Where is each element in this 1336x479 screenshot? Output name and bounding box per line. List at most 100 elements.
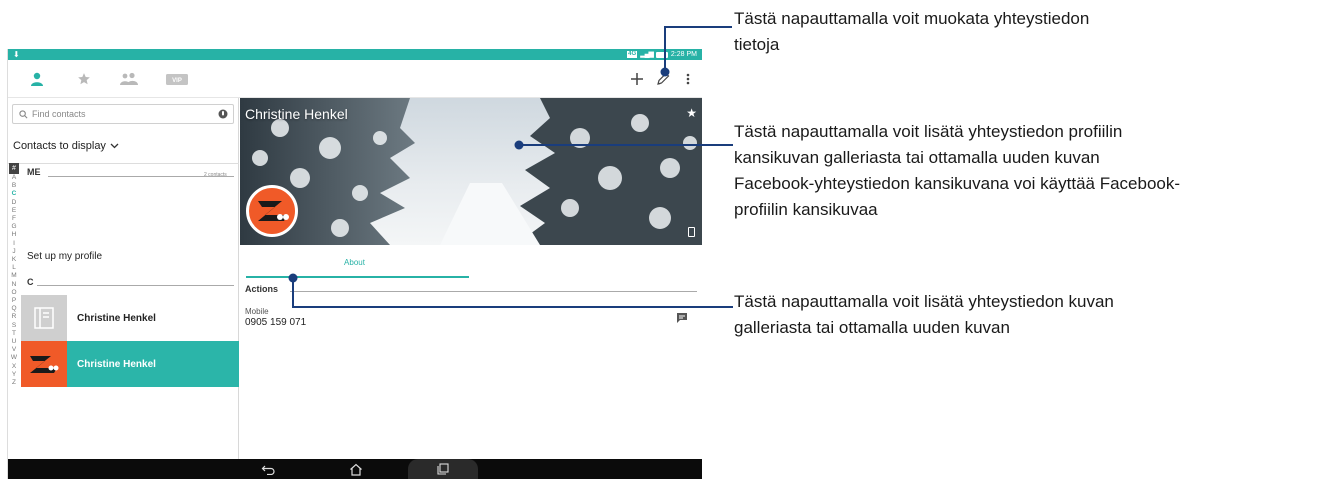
edit-pencil-icon: [657, 72, 670, 85]
callout-line-2: kansikuvan galleriasta tai ottamalla uud…: [734, 148, 1100, 167]
battery-icon: [655, 51, 668, 58]
edit-contact-button[interactable]: [654, 70, 672, 88]
callout-line-1: Tästä napauttamalla voit lisätä yhteysti…: [734, 292, 1114, 311]
contact-name: Christine Henkel: [77, 358, 156, 370]
alphabet-letter-s[interactable]: S: [8, 322, 20, 330]
alphabet-letter-c[interactable]: C: [8, 190, 20, 198]
contact-logo-icon: [258, 201, 289, 221]
group-icon: [120, 72, 138, 85]
home-button[interactable]: [346, 461, 366, 477]
section-line: [290, 291, 697, 292]
alphabet-letter-d[interactable]: D: [8, 199, 20, 207]
overflow-menu-button[interactable]: [679, 70, 697, 88]
groups-tab[interactable]: [119, 69, 139, 89]
alphabet-letter-z[interactable]: Z: [8, 379, 20, 387]
contact-thumbnail: [21, 295, 67, 341]
alphabet-letter-i[interactable]: I: [8, 240, 20, 248]
alphabet-letter-j[interactable]: J: [8, 248, 20, 256]
contact-name: Christine Henkel: [77, 312, 156, 324]
alphabet-letter-h[interactable]: H: [8, 231, 20, 239]
vip-label: VIP: [172, 78, 182, 84]
status-bar: ⬇ 4G ▂▄▆ 2:28 PM: [8, 49, 702, 60]
back-button[interactable]: [258, 461, 278, 477]
section-header-me: ME: [27, 167, 41, 177]
actions-header: Actions: [245, 284, 279, 294]
favorite-star-icon[interactable]: ★: [686, 106, 697, 120]
alphabet-index[interactable]: # ABCDEFGHIJKLMNOPQRSTUVWXYZ: [8, 163, 20, 459]
chevron-down-icon: [110, 143, 119, 149]
divider: [8, 163, 239, 164]
contact-count: 2 contacts: [204, 172, 227, 178]
signal-icon: ▂▄▆: [640, 51, 654, 58]
alphabet-letter-v[interactable]: V: [8, 346, 20, 354]
alphabet-letter-a[interactable]: A: [8, 174, 20, 182]
alphabet-letter-f[interactable]: F: [8, 215, 20, 223]
alphabet-letter-w[interactable]: W: [8, 354, 20, 362]
callout-line-2: tietoja: [734, 35, 780, 54]
alphabet-letter-u[interactable]: U: [8, 338, 20, 346]
add-icon: [631, 73, 643, 85]
tab-about[interactable]: About: [240, 258, 469, 277]
tablet-screen: ⬇ 4G ▂▄▆ 2:28 PM VIP Find contacts Conta…: [7, 49, 702, 479]
contact-detail-pane: Christine Henkel ★ About Actions Mobile …: [240, 98, 702, 459]
clock: 2:28 PM: [670, 51, 697, 58]
contact-photo[interactable]: [246, 185, 298, 237]
contact-thumbnail: [21, 341, 67, 387]
alphabet-letter-k[interactable]: K: [8, 256, 20, 264]
change-cover-icon[interactable]: [688, 227, 695, 237]
dropdown-label: Contacts to display: [13, 140, 106, 152]
vip-icon: VIP: [166, 73, 188, 85]
alphabet-letter-n[interactable]: N: [8, 281, 20, 289]
contacts-list-pane: Contacts to display # ABCDEFGHIJKLMNOPQR…: [8, 98, 239, 459]
more-vert-icon: [686, 73, 690, 85]
alphabet-letter-r[interactable]: R: [8, 313, 20, 321]
message-icon[interactable]: [676, 312, 688, 324]
phone-number[interactable]: 0905 159 071: [245, 317, 306, 328]
search-icon: [19, 109, 28, 118]
callout-cover: Tästä napauttamalla voit lisätä yhteysti…: [734, 119, 1180, 223]
alphabet-letter-p[interactable]: P: [8, 297, 20, 305]
navigation-bar: [8, 459, 702, 479]
contacts-to-display-dropdown[interactable]: Contacts to display: [13, 140, 119, 152]
section-header-c: C: [27, 277, 34, 287]
mic-icon[interactable]: [218, 109, 228, 121]
home-icon: [350, 463, 362, 476]
recent-apps-icon: [437, 463, 449, 475]
alphabet-letter-t[interactable]: T: [8, 330, 20, 338]
callout-edit: Tästä napauttamalla voit muokata yhteyst…: [734, 6, 1089, 58]
favorites-tab[interactable]: [74, 69, 94, 89]
add-contact-button[interactable]: [628, 70, 646, 88]
set-up-profile-item[interactable]: Set up my profile: [27, 251, 102, 262]
cover-contact-name: Christine Henkel: [245, 106, 348, 122]
search-box: [12, 104, 234, 124]
contact-logo-icon: [30, 356, 59, 373]
cover-photo[interactable]: Christine Henkel ★: [240, 98, 702, 245]
alphabet-letter-b[interactable]: B: [8, 182, 20, 190]
download-icon: ⬇: [13, 50, 20, 59]
contact-row-selected[interactable]: Christine Henkel: [21, 341, 239, 387]
alphabet-letter-e[interactable]: E: [8, 207, 20, 215]
contact-row[interactable]: Christine Henkel: [21, 295, 239, 341]
alphabet-letter-m[interactable]: M: [8, 272, 20, 280]
status-indicators: 4G ▂▄▆ 2:28 PM: [627, 50, 697, 59]
star-icon: [78, 73, 90, 85]
phone-type-label: Mobile: [245, 307, 269, 316]
alphabet-letter-y[interactable]: Y: [8, 371, 20, 379]
network-type-badge: 4G: [627, 51, 638, 58]
person-icon: [31, 72, 43, 86]
contacts-tab[interactable]: [27, 69, 47, 89]
alphabet-letter-l[interactable]: L: [8, 264, 20, 272]
alphabet-letter-g[interactable]: G: [8, 223, 20, 231]
recent-apps-button[interactable]: [433, 461, 453, 477]
callout-line-1: Tästä napauttamalla voit lisätä yhteysti…: [734, 122, 1123, 141]
alphabet-hash[interactable]: #: [9, 163, 19, 174]
section-line: [37, 285, 234, 286]
alphabet-letter-x[interactable]: X: [8, 363, 20, 371]
vip-tab[interactable]: VIP: [166, 69, 188, 89]
back-icon: [261, 465, 275, 475]
app-bar: VIP: [8, 60, 702, 98]
alphabet-letter-q[interactable]: Q: [8, 305, 20, 313]
alphabet-letter-o[interactable]: O: [8, 289, 20, 297]
search-input[interactable]: [32, 109, 217, 119]
callout-line-4: profiilin kansikuvaa: [734, 200, 878, 219]
